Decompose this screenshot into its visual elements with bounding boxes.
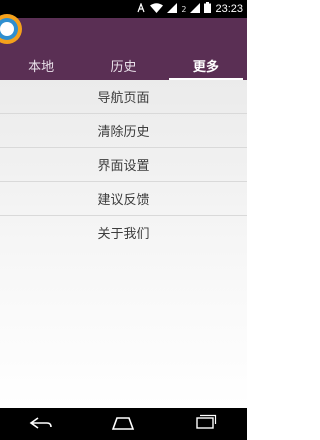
recents-button[interactable] <box>186 412 226 436</box>
tab-label: 更多 <box>192 59 219 75</box>
back-button[interactable] <box>21 412 61 436</box>
signal-icon <box>167 2 178 16</box>
menu-item-label: 清除历史 <box>97 125 150 140</box>
app-bar: 本地 历史 更多 <box>0 14 247 80</box>
tab-history[interactable]: 历史 <box>82 50 164 80</box>
menu-item-label: 导航页面 <box>97 91 150 106</box>
wifi-icon <box>150 2 164 16</box>
phone-screen: 2 23:23 本地 历史 更多 导航页面 清除历史 界面设置 建议反馈 关于我… <box>0 0 247 440</box>
status-bar: 2 23:23 <box>0 0 247 18</box>
network-label: 2 <box>181 4 187 14</box>
tab-local[interactable]: 本地 <box>0 50 82 80</box>
signal-icon <box>190 2 201 16</box>
battery-icon <box>204 2 212 16</box>
recents-icon <box>195 414 217 434</box>
home-button[interactable] <box>103 412 143 436</box>
menu-item-navigation-page[interactable]: 导航页面 <box>0 80 247 114</box>
menu-item-label: 界面设置 <box>97 159 150 174</box>
status-time: 23:23 <box>215 3 243 15</box>
more-menu-list: 导航页面 清除历史 界面设置 建议反馈 关于我们 <box>0 80 247 408</box>
status-icons: 2 23:23 <box>136 0 243 18</box>
system-nav-bar <box>0 408 247 440</box>
app-logo-icon <box>0 12 24 46</box>
menu-item-about-us[interactable]: 关于我们 <box>0 216 247 249</box>
tab-bar: 本地 历史 更多 <box>0 50 247 80</box>
menu-item-clear-history[interactable]: 清除历史 <box>0 114 247 148</box>
home-icon <box>110 415 136 434</box>
menu-item-label: 建议反馈 <box>97 193 150 208</box>
menu-item-feedback[interactable]: 建议反馈 <box>0 182 247 216</box>
tab-label: 历史 <box>110 59 137 75</box>
notification-icon <box>136 1 146 16</box>
tab-label: 本地 <box>28 59 55 75</box>
menu-item-label: 关于我们 <box>97 227 150 242</box>
menu-item-interface-settings[interactable]: 界面设置 <box>0 148 247 182</box>
back-icon <box>29 415 53 434</box>
tab-more[interactable]: 更多 <box>165 50 247 80</box>
